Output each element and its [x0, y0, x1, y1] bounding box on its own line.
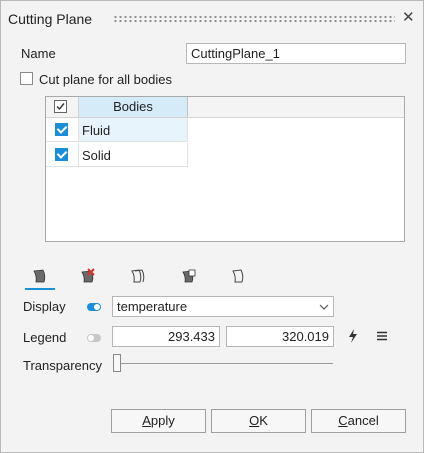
legend-max-input[interactable]: 320.019	[226, 326, 334, 347]
plane-tab-icon	[33, 269, 46, 283]
plane-outline-tab-icon	[232, 269, 244, 283]
tab-plane[interactable]	[25, 265, 55, 290]
plane-stack-tab-icon	[131, 269, 145, 283]
all-bodies-label: Cut plane for all bodies	[39, 72, 172, 87]
table-row[interactable]: Fluid	[79, 118, 188, 142]
display-select[interactable]: temperature	[112, 296, 334, 317]
plane-delete-tab-icon	[81, 268, 95, 283]
legend-label: Legend	[23, 330, 67, 345]
row-label-fluid: Fluid	[82, 123, 111, 138]
tab-plane-stack[interactable]	[125, 265, 151, 289]
table-row-check-cell[interactable]	[46, 118, 79, 142]
ok-button[interactable]: OK	[211, 409, 306, 433]
bodies-column-header[interactable]: Bodies	[79, 97, 188, 117]
legend-min-input[interactable]: 293.433	[112, 326, 220, 347]
lightning-icon[interactable]	[347, 329, 359, 343]
all-bodies-checkbox[interactable]	[20, 72, 33, 85]
row-label-solid: Solid	[82, 148, 111, 163]
plane-cube-tab-icon	[182, 269, 196, 283]
menu-icon[interactable]	[377, 331, 388, 341]
table-header: Bodies	[46, 97, 404, 118]
legend-max-value: 320.019	[282, 329, 329, 344]
header-select-cell[interactable]	[46, 97, 79, 117]
transparency-slider-track[interactable]	[113, 363, 333, 364]
transparency-label: Transparency	[23, 358, 102, 373]
apply-button[interactable]: Apply	[111, 409, 206, 433]
bodies-table: Bodies Fluid Solid	[45, 96, 405, 242]
display-select-value: temperature	[117, 299, 188, 314]
display-label: Display	[23, 299, 66, 314]
display-toggle[interactable]	[87, 303, 101, 311]
chevron-down-icon[interactable]	[319, 304, 329, 311]
view-tabs	[23, 265, 263, 293]
transparency-slider-handle[interactable]	[113, 354, 121, 372]
table-row-check-cell[interactable]	[46, 143, 79, 167]
dialog-title: Cutting Plane	[8, 11, 93, 27]
fluid-checkbox[interactable]	[55, 123, 68, 136]
name-label: Name	[21, 46, 56, 61]
title-bar[interactable]: Cutting Plane ✕	[1, 1, 423, 35]
legend-toggle[interactable]	[87, 334, 101, 342]
cutting-plane-dialog: Cutting Plane ✕ Name Cut plane for all b…	[0, 0, 424, 453]
tab-plane-outline[interactable]	[226, 265, 252, 289]
select-all-check-icon[interactable]	[54, 100, 67, 113]
drag-grip[interactable]	[113, 15, 395, 23]
table-row[interactable]: Solid	[79, 143, 188, 167]
legend-min-value: 293.433	[168, 329, 215, 344]
tab-plane-delete[interactable]	[75, 265, 101, 289]
tab-plane-cube[interactable]	[176, 265, 202, 289]
solid-checkbox[interactable]	[55, 148, 68, 161]
name-input[interactable]	[186, 43, 406, 64]
close-icon[interactable]: ✕	[402, 10, 415, 26]
cancel-button[interactable]: Cancel	[311, 409, 406, 433]
